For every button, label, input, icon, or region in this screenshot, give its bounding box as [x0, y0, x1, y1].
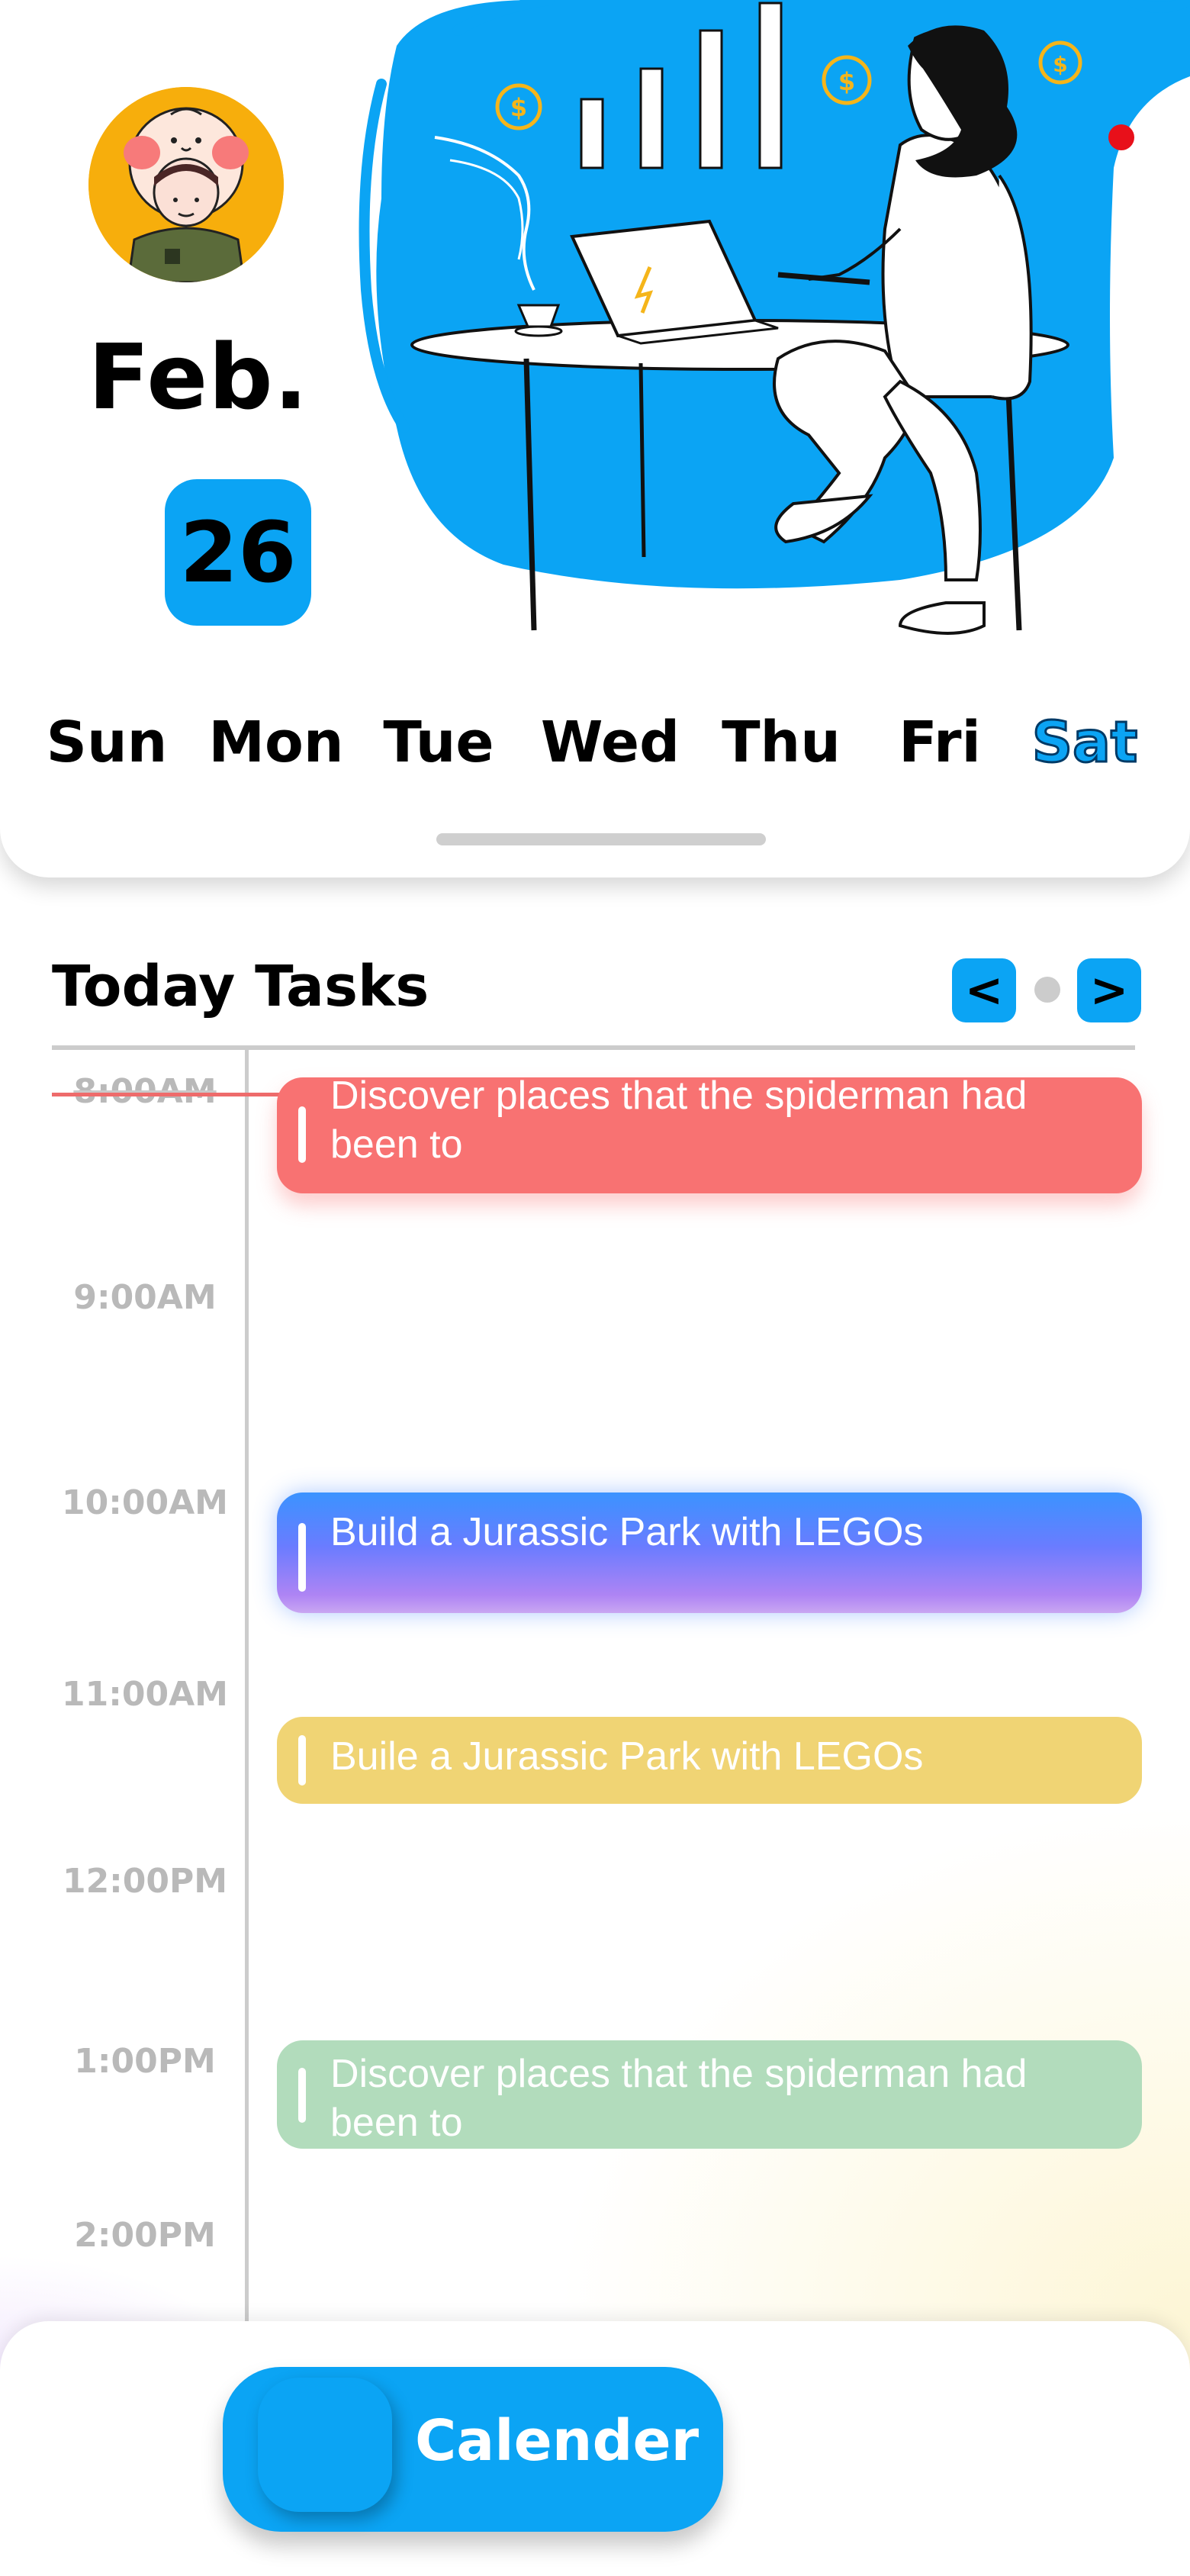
tasks-title: Today Tasks	[52, 954, 429, 1019]
calendar-button[interactable]: Calender	[223, 2367, 723, 2532]
task-title: Discover places that the spiderman had b…	[330, 1077, 1028, 1167]
calendar-button-label: Calender	[415, 2408, 700, 2474]
task-title: Build a Jurassic Park with LEGOs	[330, 1510, 924, 1554]
day-badge[interactable]: 26	[165, 479, 311, 626]
tasks-divider	[52, 1045, 1135, 1050]
weekday-tue[interactable]: Tue	[383, 710, 494, 775]
drag-handle[interactable]	[436, 833, 766, 845]
time-label: 12:00PM	[62, 1862, 228, 1901]
month-label: Feb.	[88, 324, 309, 430]
time-label: 10:00AM	[62, 1483, 228, 1522]
time-label: 11:00AM	[62, 1675, 228, 1714]
task-marker	[298, 2068, 306, 2123]
avatar[interactable]	[88, 87, 284, 282]
weekday-fri[interactable]: Fri	[899, 710, 981, 775]
weekday-sun[interactable]: Sun	[47, 710, 168, 775]
task-marker	[298, 1523, 306, 1592]
pager-dot	[1034, 977, 1060, 1003]
task-card[interactable]: Buile a Jurassic Park with LEGOs	[277, 1717, 1142, 1804]
task-marker	[298, 1106, 306, 1163]
svg-text:$: $	[510, 93, 527, 122]
svg-text:$: $	[838, 67, 855, 96]
task-card[interactable]: Discover places that the spiderman had b…	[277, 1077, 1142, 1193]
timeline-axis	[245, 1050, 249, 2324]
time-label: 8:00AM	[73, 1072, 217, 1111]
current-time-indicator	[52, 1093, 281, 1096]
weekday-mon[interactable]: Mon	[208, 710, 343, 775]
calendar-icon	[258, 2378, 392, 2512]
task-marker	[298, 1735, 306, 1785]
task-title: Discover places that the spiderman had b…	[330, 2052, 1028, 2145]
svg-text:$: $	[1053, 52, 1067, 77]
task-card[interactable]: Discover places that the spiderman had b…	[277, 2040, 1142, 2149]
task-card[interactable]: Build a Jurassic Park with LEGOs	[277, 1492, 1142, 1613]
time-label: 9:00AM	[73, 1278, 217, 1317]
weekday-selector: Sun Mon Tue Wed Thu Fri Sat	[0, 709, 1190, 794]
prev-day-button[interactable]: <	[952, 958, 1016, 1022]
time-label: 2:00PM	[74, 2216, 216, 2255]
weekday-sat-selected[interactable]: Sat	[1031, 709, 1139, 777]
next-day-button[interactable]: >	[1077, 958, 1141, 1022]
workspace-illustration: $ $ $	[359, 0, 1190, 635]
avatar-illustration	[88, 87, 284, 282]
weekday-wed[interactable]: Wed	[541, 710, 680, 775]
time-label: 1:00PM	[74, 2042, 216, 2081]
task-title: Buile a Jurassic Park with LEGOs	[330, 1734, 924, 1779]
date-header-card: Feb. 26 $ $ $ Sun Mon Tue Wed Thu Fri Sa…	[0, 0, 1190, 877]
weekday-thu[interactable]: Thu	[722, 710, 841, 775]
